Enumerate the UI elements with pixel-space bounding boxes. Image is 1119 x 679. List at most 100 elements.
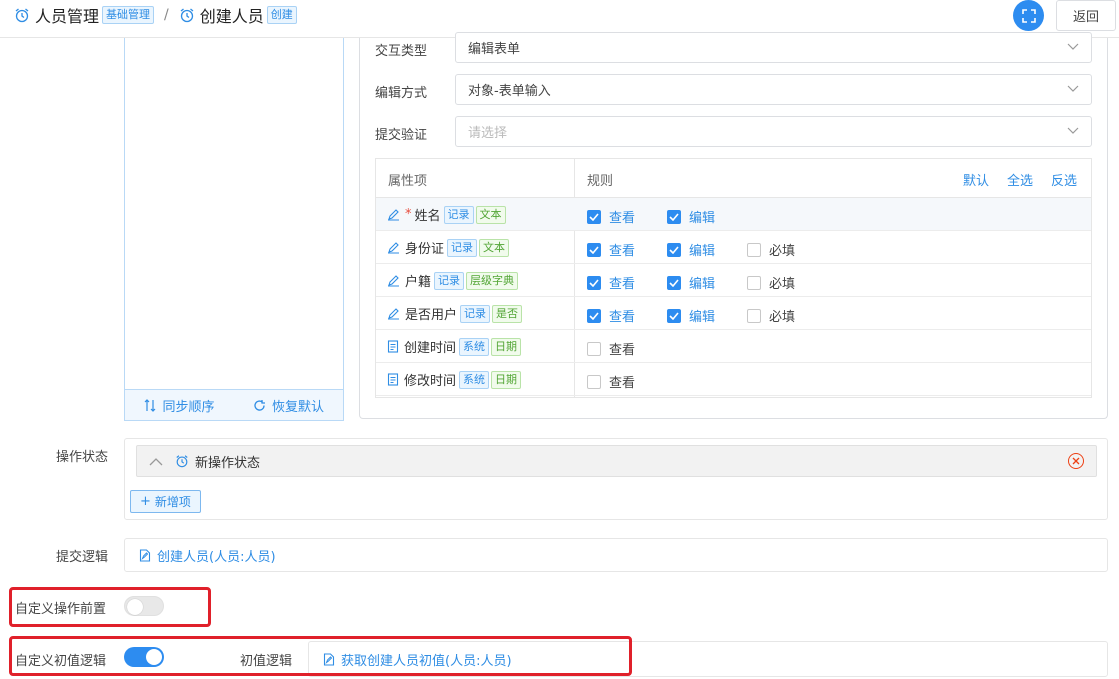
property-label: 修改时间 (404, 374, 457, 389)
view-checkbox[interactable]: 查看 (587, 306, 635, 325)
view-checkbox[interactable]: 查看 (587, 273, 635, 292)
view-checkbox[interactable]: 查看 (587, 240, 635, 259)
table-row[interactable]: * 姓名 记录 文本 查看 编辑 (376, 198, 1091, 231)
view-label: 查看 (609, 310, 636, 325)
sync-order-button[interactable]: 同步顺序 (125, 390, 234, 420)
type-tag: 是否 (492, 304, 523, 323)
view-label: 查看 (609, 376, 636, 391)
submit-logic-label: 提交逻辑 (56, 550, 109, 565)
config-panel: 交互类型 编辑表单 编辑方式 对象-表单输入 提交验证 请选择 属性项 规则 默… (359, 32, 1108, 419)
submit-validate-placeholder: 请选择 (468, 126, 508, 141)
checkbox-checked-icon (667, 242, 681, 257)
edit-checkbox[interactable]: 编辑 (667, 306, 715, 325)
back-button[interactable]: 返回 (1056, 0, 1116, 31)
edit-pencil-icon (387, 208, 400, 221)
required-label: 必填 (769, 244, 796, 259)
checkbox-checked-icon (667, 308, 681, 323)
table-row[interactable]: 户籍 记录 层级字典 查看 编辑 必填 (376, 264, 1091, 297)
edit-checkbox[interactable]: 编辑 (667, 273, 715, 292)
alarm-clock-icon (180, 8, 194, 23)
edit-label: 编辑 (689, 244, 716, 259)
type-tag: 文本 (475, 205, 506, 224)
breadcrumb-separator: / (164, 7, 169, 23)
view-checkbox[interactable]: 查看 (587, 207, 635, 226)
edit-pencil-icon (387, 241, 400, 254)
highlight-box (9, 587, 211, 627)
required-mark: * (405, 207, 412, 222)
table-row[interactable]: 创建时间 系统 日期 查看 (376, 330, 1091, 363)
col-property-header: 属性项 (388, 174, 428, 189)
alarm-clock-icon (176, 455, 188, 468)
default-rule-button[interactable]: 默认 (963, 170, 989, 189)
property-rule-table: 属性项 规则 默认 全选 反选 * 姓名 记录 文本 查看 编辑 身份证 记录 … (375, 158, 1092, 398)
invert-selection-button[interactable]: 反选 (1051, 170, 1077, 189)
table-row[interactable]: 修改时间 系统 日期 查看 (376, 363, 1091, 396)
checkbox-checked-icon (587, 242, 601, 257)
submit-logic-field[interactable]: 创建人员(人员:人员) (124, 538, 1108, 572)
interaction-type-select[interactable]: 编辑表单 (455, 32, 1092, 63)
checkbox-checked-icon (587, 209, 601, 224)
rule-actions: 默认 全选 反选 (963, 170, 1077, 189)
breadcrumb: 人员管理 基础管理 / 创建人员 创建 (14, 4, 297, 26)
add-item-label: 新增项 (154, 495, 191, 509)
chevron-up-icon[interactable] (149, 457, 163, 466)
view-label: 查看 (609, 211, 636, 226)
property-name: 修改时间 系统 日期 (387, 370, 522, 389)
sync-order-label: 同步顺序 (162, 399, 215, 415)
view-checkbox[interactable]: 查看 (587, 339, 635, 358)
edit-mode-select[interactable]: 对象-表单输入 (455, 74, 1092, 105)
checkbox-empty-icon (747, 242, 761, 257)
edit-pencil-icon (387, 274, 400, 287)
source-tag: 系统 (459, 337, 490, 356)
property-label: 户籍 (405, 275, 432, 290)
edit-checkbox[interactable]: 编辑 (667, 240, 715, 259)
edit-checkbox[interactable]: 编辑 (667, 207, 715, 226)
table-header: 属性项 规则 默认 全选 反选 (376, 159, 1091, 198)
op-state-box: 新操作状态 + 新增项 (124, 438, 1108, 520)
view-checkbox[interactable]: 查看 (587, 372, 635, 391)
select-all-button[interactable]: 全选 (1007, 170, 1033, 189)
file-edit-icon (139, 548, 151, 562)
chevron-down-icon (1067, 43, 1079, 50)
source-tag: 系统 (459, 370, 490, 389)
chevron-down-icon (1067, 85, 1079, 92)
view-label: 查看 (609, 277, 636, 292)
source-tag: 记录 (443, 205, 474, 224)
view-label: 查看 (609, 244, 636, 259)
col-rule-header: 规则 (587, 174, 614, 189)
reset-default-label: 恢复默认 (271, 399, 324, 415)
highlight-box (9, 636, 632, 676)
breadcrumb-item-personnel[interactable]: 人员管理 (35, 3, 99, 27)
op-state-item-label: 新操作状态 (195, 455, 261, 471)
table-row[interactable]: 身份证 记录 文本 查看 编辑 必填 (376, 231, 1091, 264)
remove-circle-icon[interactable] (1068, 453, 1084, 469)
property-label: 姓名 (414, 209, 441, 224)
sort-arrows-icon (145, 398, 156, 412)
checkbox-empty-icon (587, 374, 601, 389)
property-name: 创建时间 系统 日期 (387, 337, 522, 356)
interaction-type-value: 编辑表单 (468, 42, 521, 57)
checkbox-checked-icon (667, 275, 681, 290)
submit-validate-select[interactable]: 请选择 (455, 116, 1092, 147)
required-checkbox[interactable]: 必填 (747, 240, 795, 259)
field-order-list[interactable]: 同步顺序 恢复默认 (124, 38, 344, 421)
op-state-item[interactable]: 新操作状态 (136, 445, 1097, 477)
fullscreen-button[interactable] (1013, 0, 1044, 31)
type-tag: 层级字典 (466, 271, 519, 290)
edit-label: 编辑 (689, 211, 716, 226)
table-row[interactable]: 是否用户 记录 是否 查看 编辑 必填 (376, 297, 1091, 330)
type-tag: 日期 (491, 370, 522, 389)
reset-default-button[interactable]: 恢复默认 (234, 390, 343, 420)
add-item-button[interactable]: + 新增项 (130, 490, 201, 513)
plus-icon: + (140, 494, 151, 509)
required-checkbox[interactable]: 必填 (747, 306, 795, 325)
checkbox-empty-icon (747, 275, 761, 290)
edit-label: 编辑 (689, 310, 716, 325)
edit-pencil-icon (387, 307, 400, 320)
submit-logic-value: 创建人员(人员:人员) (157, 549, 276, 565)
required-label: 必填 (769, 277, 796, 292)
property-label: 身份证 (405, 242, 445, 257)
type-tag: 文本 (479, 238, 510, 257)
checkbox-empty-icon (747, 308, 761, 323)
required-checkbox[interactable]: 必填 (747, 273, 795, 292)
